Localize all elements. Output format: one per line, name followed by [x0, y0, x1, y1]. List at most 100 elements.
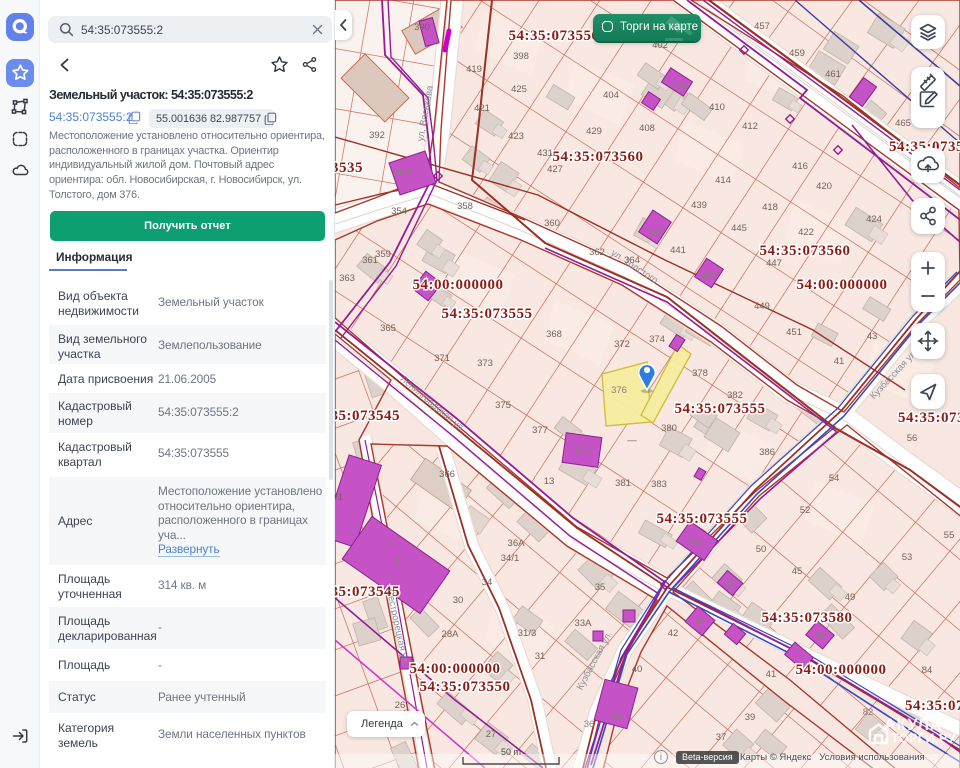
svg-text:39: 39: [745, 712, 756, 723]
svg-text:42: 42: [668, 628, 679, 639]
svg-text:362: 362: [589, 247, 605, 258]
svg-text:380: 380: [661, 423, 677, 434]
svg-text:54:35:0735: 54:35:0735: [898, 410, 960, 426]
svg-text:416: 416: [792, 161, 808, 172]
svg-text:358: 358: [457, 201, 473, 212]
svg-text:421: 421: [474, 103, 490, 114]
svg-text:ТОРГИ.РУ: ТОРГИ.РУ: [891, 732, 956, 746]
svg-text:30: 30: [453, 595, 464, 606]
svg-text:365: 365: [380, 323, 396, 334]
svg-text:437: 437: [649, 228, 665, 239]
svg-text:41: 41: [766, 669, 777, 680]
svg-text:54: 54: [829, 473, 840, 484]
svg-text:420: 420: [816, 181, 832, 192]
svg-text:54:35:073535: 54:35:073535: [335, 160, 363, 176]
svg-text:425: 425: [511, 84, 527, 95]
svg-text:52: 52: [800, 505, 811, 516]
svg-text:33А: 33А: [575, 618, 593, 629]
svg-text:408: 408: [639, 123, 655, 134]
svg-text:379: 379: [574, 445, 590, 456]
svg-text:406: 406: [672, 81, 688, 92]
svg-text:381: 381: [615, 478, 631, 489]
svg-text:366: 366: [439, 469, 455, 480]
svg-text:378: 378: [692, 368, 708, 379]
svg-text:410: 410: [709, 102, 725, 113]
svg-text:55: 55: [944, 530, 955, 541]
svg-text:419: 419: [466, 64, 482, 75]
svg-text:38: 38: [611, 712, 622, 723]
svg-text:54:00:000000: 54:00:000000: [410, 661, 501, 677]
svg-text:427: 427: [547, 164, 563, 175]
svg-text:47: 47: [815, 631, 826, 642]
svg-text:45: 45: [792, 566, 803, 577]
svg-text:49: 49: [845, 592, 856, 603]
svg-text:53: 53: [902, 552, 913, 563]
svg-text:402: 402: [652, 40, 668, 51]
svg-text:27: 27: [486, 729, 497, 740]
svg-text:54:35:073550: 54:35:073550: [420, 679, 511, 695]
svg-text:54:35:073555: 54:35:073555: [657, 511, 748, 527]
svg-text:54:35:073560: 54:35:073560: [553, 149, 644, 165]
svg-text:54:35:073560: 54:35:073560: [760, 243, 851, 259]
svg-text:443: 443: [701, 270, 717, 281]
svg-text:412: 412: [742, 121, 758, 132]
svg-text:54:35:073545: 54:35:073545: [335, 408, 400, 424]
svg-text:54:00:000000: 54:00:000000: [796, 662, 887, 678]
svg-text:383: 383: [651, 479, 667, 490]
svg-text:414: 414: [715, 175, 731, 186]
svg-text:34: 34: [482, 577, 493, 588]
svg-text:35: 35: [595, 582, 606, 593]
svg-text:390: 390: [414, 22, 430, 33]
svg-text:418: 418: [762, 202, 778, 213]
svg-text:40: 40: [632, 664, 643, 675]
svg-text:372: 372: [614, 339, 630, 350]
svg-text:422: 422: [798, 227, 814, 238]
svg-text:457: 457: [754, 21, 770, 32]
svg-text:461: 461: [825, 69, 841, 80]
svg-text:424: 424: [866, 214, 882, 225]
svg-text:375: 375: [495, 400, 511, 411]
svg-text:392: 392: [369, 130, 385, 141]
svg-text:28А: 28А: [442, 629, 460, 640]
svg-text:439: 439: [691, 200, 707, 211]
svg-text:41: 41: [834, 356, 845, 367]
svg-text:449: 449: [754, 301, 770, 312]
svg-text:382: 382: [727, 390, 743, 401]
svg-text:31/3: 31/3: [518, 628, 537, 639]
svg-text:459: 459: [789, 48, 805, 59]
svg-text:368: 368: [546, 329, 562, 340]
svg-text:363: 363: [339, 273, 355, 284]
svg-text:84: 84: [922, 665, 933, 676]
svg-text:386: 386: [759, 447, 775, 458]
svg-text:441: 441: [670, 245, 686, 256]
svg-text:54:35:073580: 54:35:073580: [762, 610, 853, 626]
svg-text:387: 387: [687, 538, 703, 549]
svg-text:465: 465: [895, 118, 911, 129]
svg-text:31: 31: [535, 651, 546, 662]
svg-text:371: 371: [434, 353, 450, 364]
svg-text:445: 445: [731, 223, 747, 234]
svg-text:361: 361: [362, 255, 378, 266]
svg-text:36: 36: [584, 719, 595, 730]
svg-text:398: 398: [513, 51, 529, 62]
svg-text:429: 429: [586, 126, 602, 137]
svg-text:46: 46: [725, 579, 736, 590]
svg-text:50: 50: [756, 544, 767, 555]
svg-text:354: 354: [391, 206, 407, 217]
svg-text:34/1: 34/1: [501, 553, 520, 564]
svg-text:37: 37: [716, 732, 727, 743]
svg-text:404: 404: [603, 90, 619, 101]
svg-text:377: 377: [532, 425, 548, 436]
svg-text:431: 431: [537, 148, 553, 159]
svg-text:376: 376: [611, 385, 627, 396]
svg-text:451: 451: [786, 327, 802, 338]
svg-text:54:35:073555: 54:35:073555: [675, 401, 766, 417]
svg-text:54:35:073555: 54:35:073555: [442, 306, 533, 322]
svg-text:447: 447: [766, 258, 782, 269]
svg-text:366: 366: [394, 168, 410, 179]
svg-text:423: 423: [508, 131, 524, 142]
svg-text:13: 13: [544, 476, 555, 487]
svg-text:374: 374: [649, 334, 665, 345]
svg-text:373: 373: [477, 358, 493, 369]
svg-text:36А: 36А: [508, 538, 526, 549]
